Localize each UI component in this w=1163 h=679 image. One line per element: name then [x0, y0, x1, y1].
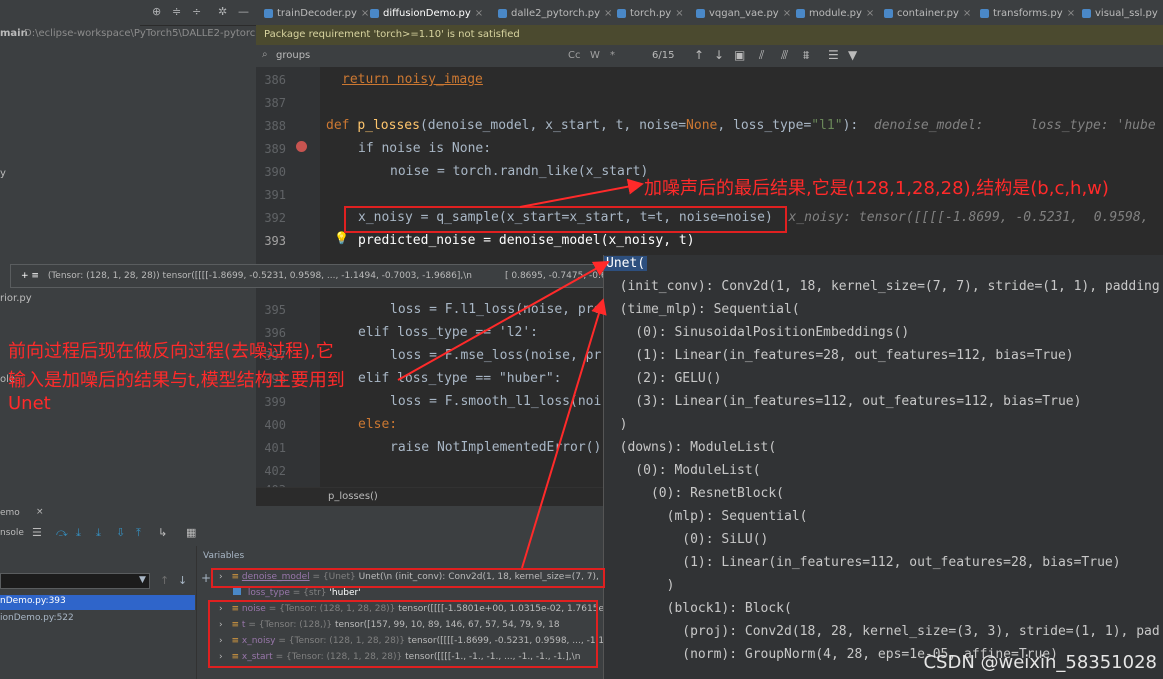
annotation-top: 加噪声后的最后结果,它是(128,1,28,28),结构是(b,c,h,w)	[644, 178, 1109, 199]
annotation-left-2: 输入是加噪后的结果与t,模型结构主要用到	[8, 370, 345, 391]
watermark: CSDN @weixin_58351028	[923, 652, 1157, 673]
arrow-to-popup	[521, 298, 607, 569]
annotation-left-3: Unet	[8, 393, 51, 414]
arrow-to-top-note	[519, 178, 644, 208]
annotation-left-1: 前向过程后现在做反向过程(去噪过程),它	[8, 341, 334, 362]
arrow-to-unet	[397, 261, 610, 381]
